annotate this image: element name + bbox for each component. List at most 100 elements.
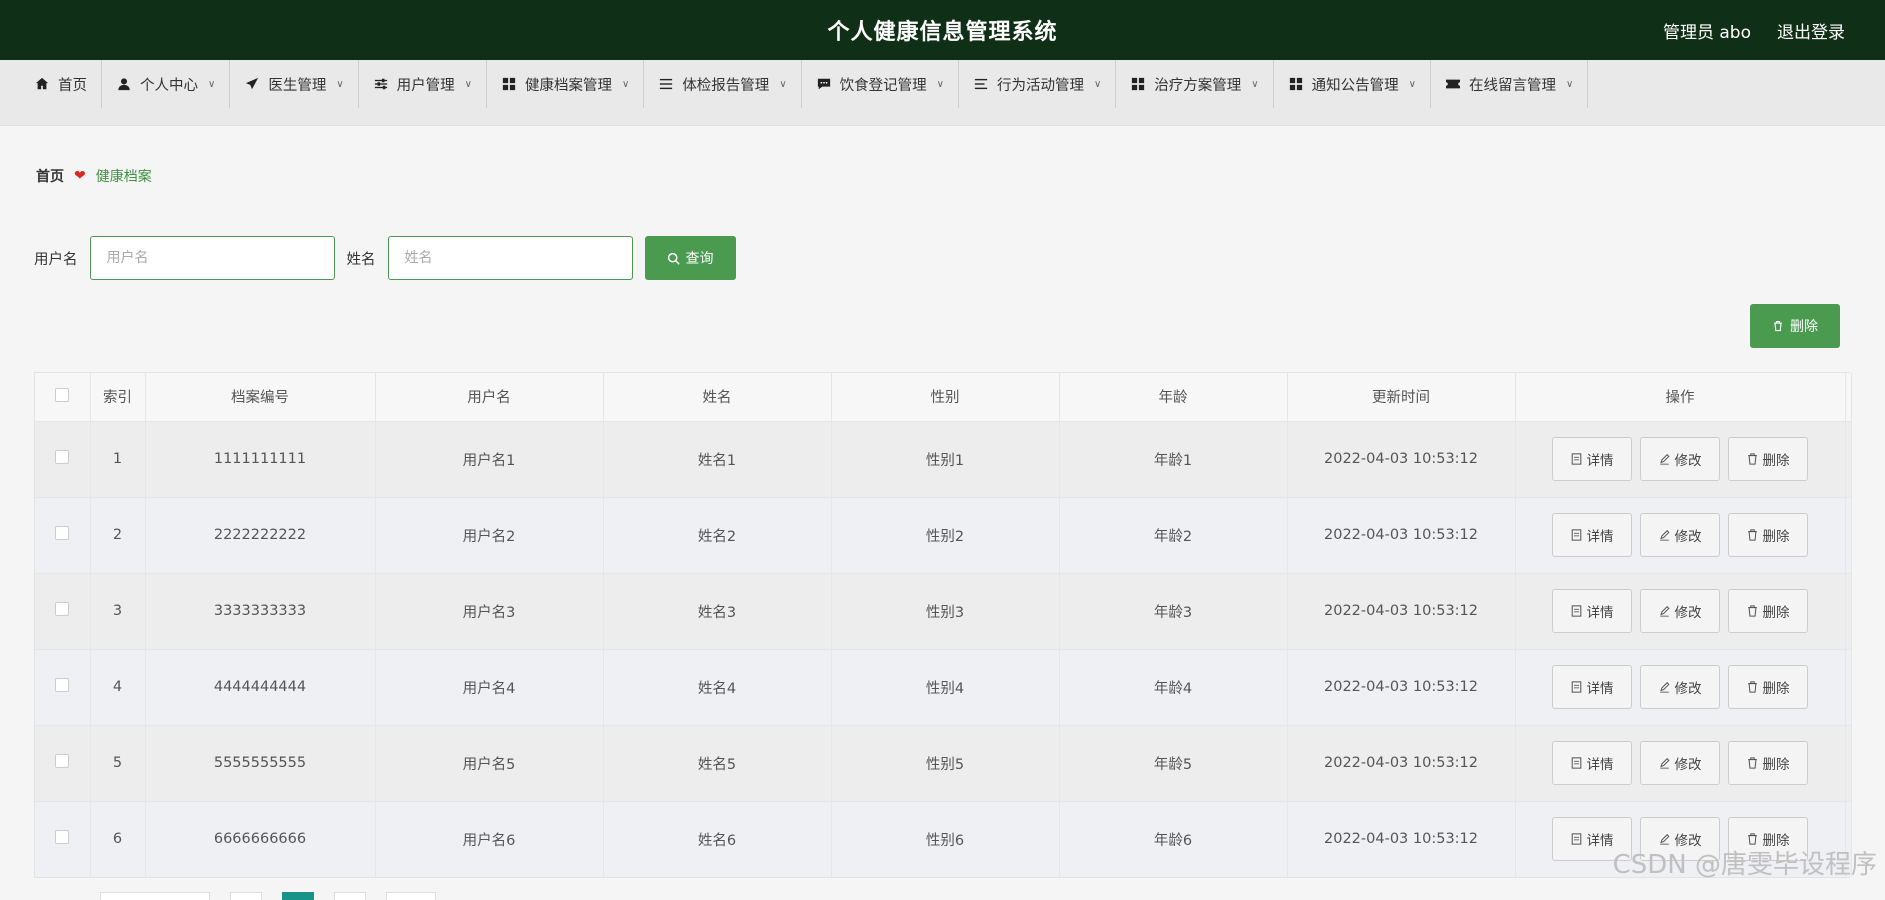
nav-item-10[interactable]: 在线留言管理 ∨ bbox=[1431, 60, 1589, 108]
cell-index: 1 bbox=[90, 420, 146, 497]
home-icon bbox=[34, 76, 50, 92]
cell-gender: 性别1 bbox=[831, 420, 1060, 497]
nav-item-label: 健康档案管理 bbox=[524, 77, 612, 94]
paper-plane-icon bbox=[244, 76, 260, 92]
row-checkbox[interactable] bbox=[55, 830, 70, 845]
delete-button[interactable]: 删除 bbox=[1728, 437, 1808, 481]
cell-age: 年龄3 bbox=[1059, 572, 1288, 649]
nav-item-5[interactable]: 体检报告管理 ∨ bbox=[644, 60, 802, 108]
username-label: 用户名 bbox=[34, 251, 78, 268]
delete-button[interactable]: 删除 bbox=[1728, 665, 1808, 709]
detail-button-label: 详情 bbox=[1586, 605, 1614, 621]
row-actions: 详情 修改 删除 bbox=[1516, 513, 1845, 557]
detail-button[interactable]: 详情 bbox=[1552, 741, 1632, 785]
document-icon bbox=[1571, 529, 1581, 541]
row-actions-cell: 详情 修改 删除 bbox=[1515, 496, 1846, 573]
select-all-checkbox[interactable] bbox=[55, 387, 70, 402]
row-spacer bbox=[1845, 496, 1852, 573]
row-actions-cell: 详情 修改 删除 bbox=[1515, 572, 1846, 649]
breadcrumb-home[interactable]: 首页 bbox=[36, 166, 64, 186]
nav-item-label: 个人中心 bbox=[140, 77, 198, 94]
cell-index: 2 bbox=[90, 496, 146, 573]
edit-button[interactable]: 修改 bbox=[1640, 589, 1720, 633]
page-jump-input[interactable] bbox=[386, 892, 436, 900]
row-checkbox[interactable] bbox=[55, 526, 70, 540]
table-row: 6 6666666666 用户名6 姓名6 性别6 年龄6 2022-04-03 10:53… bbox=[35, 800, 1852, 877]
delete-button[interactable]: 删除 bbox=[1728, 741, 1808, 785]
table-row: 3 3333333333 用户名3 姓名3 性别3 年龄3 2022-04-03 10:53… bbox=[35, 572, 1852, 649]
nav-item-label: 医生管理 bbox=[268, 77, 327, 94]
trash-icon bbox=[1747, 681, 1757, 693]
detail-button[interactable]: 详情 bbox=[1552, 665, 1632, 709]
pencil-icon bbox=[1659, 453, 1670, 465]
cell-gender: 性别6 bbox=[831, 800, 1060, 877]
delete-button[interactable]: 删除 bbox=[1728, 589, 1808, 633]
trash-icon bbox=[1774, 320, 1782, 332]
nav-item-9[interactable]: 通知公告管理 ∨ bbox=[1274, 60, 1431, 108]
delete-button-label: 删除 bbox=[1762, 757, 1790, 773]
chevron-down-icon: ∨ bbox=[621, 78, 630, 90]
query-button[interactable]: 查询 bbox=[644, 236, 736, 280]
cell-updated: 2022-04-03 10:53:12 bbox=[1287, 648, 1516, 725]
current-user: 管理员 abo bbox=[1662, 22, 1751, 43]
delete-button[interactable]: 删除 bbox=[1728, 513, 1808, 557]
nav-item-8[interactable]: 治疗方案管理 ∨ bbox=[1116, 60, 1274, 108]
page-button-active[interactable] bbox=[282, 892, 314, 900]
cell-username: 用户名5 bbox=[375, 724, 604, 801]
nav-item-label: 首页 bbox=[58, 77, 87, 94]
row-actions: 详情 修改 删除 bbox=[1516, 665, 1845, 709]
prev-page-button[interactable] bbox=[230, 892, 262, 900]
name-input[interactable] bbox=[387, 236, 633, 280]
edit-button[interactable]: 修改 bbox=[1640, 665, 1720, 709]
row-checkbox[interactable] bbox=[55, 678, 70, 692]
name-label: 姓名 bbox=[346, 251, 376, 268]
nav-item-4[interactable]: 健康档案管理 ∨ bbox=[487, 60, 645, 108]
ticket-icon bbox=[1445, 76, 1461, 92]
grid-icon bbox=[501, 76, 517, 92]
chat-icon bbox=[816, 76, 832, 92]
username-input[interactable] bbox=[89, 236, 335, 280]
detail-button-label: 详情 bbox=[1586, 757, 1614, 773]
edit-button[interactable]: 修改 bbox=[1640, 741, 1720, 785]
detail-button[interactable]: 详情 bbox=[1552, 589, 1632, 633]
chevron-down-icon: ∨ bbox=[779, 78, 787, 90]
nav-item-6[interactable]: 饮食登记管理 ∨ bbox=[802, 60, 959, 108]
logout-link[interactable]: 退出登录 bbox=[1777, 18, 1845, 43]
table-row: 5 5555555555 用户名5 姓名5 性别5 年龄5 2022-04-03 10:53… bbox=[35, 724, 1852, 801]
detail-button[interactable]: 详情 bbox=[1552, 513, 1632, 557]
page-size-select[interactable] bbox=[100, 892, 210, 900]
nav-item-7[interactable]: 行为活动管理 ∨ bbox=[959, 60, 1117, 108]
nav-item-0[interactable]: 首页 bbox=[20, 60, 102, 108]
cell-username: 用户名6 bbox=[375, 800, 604, 877]
row-spacer bbox=[1845, 724, 1852, 801]
detail-button-label: 详情 bbox=[1586, 529, 1614, 545]
row-checkbox[interactable] bbox=[55, 450, 70, 464]
chevron-down-icon: ∨ bbox=[1408, 78, 1416, 90]
chevron-down-icon: ∨ bbox=[1251, 78, 1259, 90]
row-actions-cell: 详情 修改 删除 bbox=[1515, 724, 1846, 801]
row-spacer bbox=[1845, 648, 1852, 725]
nav-item-1[interactable]: 个人中心 ∨ bbox=[102, 60, 231, 108]
batch-delete-button[interactable]: 删除 bbox=[1750, 304, 1840, 348]
edit-button[interactable]: 修改 bbox=[1640, 437, 1720, 481]
edit-button-label: 修改 bbox=[1674, 605, 1702, 621]
nav-item-2[interactable]: 医生管理 ∨ bbox=[230, 60, 359, 108]
heart-icon: ❤ bbox=[74, 168, 86, 184]
edit-button[interactable]: 修改 bbox=[1640, 513, 1720, 557]
row-select-cell bbox=[35, 800, 91, 877]
row-actions: 详情 修改 删除 bbox=[1516, 437, 1845, 481]
delete-button-label: 删除 bbox=[1762, 453, 1790, 469]
cell-name: 姓名6 bbox=[603, 800, 832, 877]
next-page-button[interactable] bbox=[334, 892, 366, 900]
table-row: 2 2222222222 用户名2 姓名2 性别2 年龄2 2022-04-03 10:53… bbox=[35, 496, 1852, 573]
row-checkbox[interactable] bbox=[55, 754, 70, 768]
cell-index: 5 bbox=[90, 724, 146, 801]
lines-icon bbox=[973, 76, 989, 92]
detail-button[interactable]: 详情 bbox=[1552, 437, 1632, 481]
cell-age: 年龄6 bbox=[1059, 800, 1288, 877]
cell-name: 姓名4 bbox=[603, 648, 832, 725]
cell-age: 年龄5 bbox=[1059, 724, 1288, 801]
cell-gender: 性别3 bbox=[831, 572, 1060, 649]
nav-item-3[interactable]: 用户管理 ∨ bbox=[359, 60, 487, 108]
row-checkbox[interactable] bbox=[55, 602, 70, 616]
